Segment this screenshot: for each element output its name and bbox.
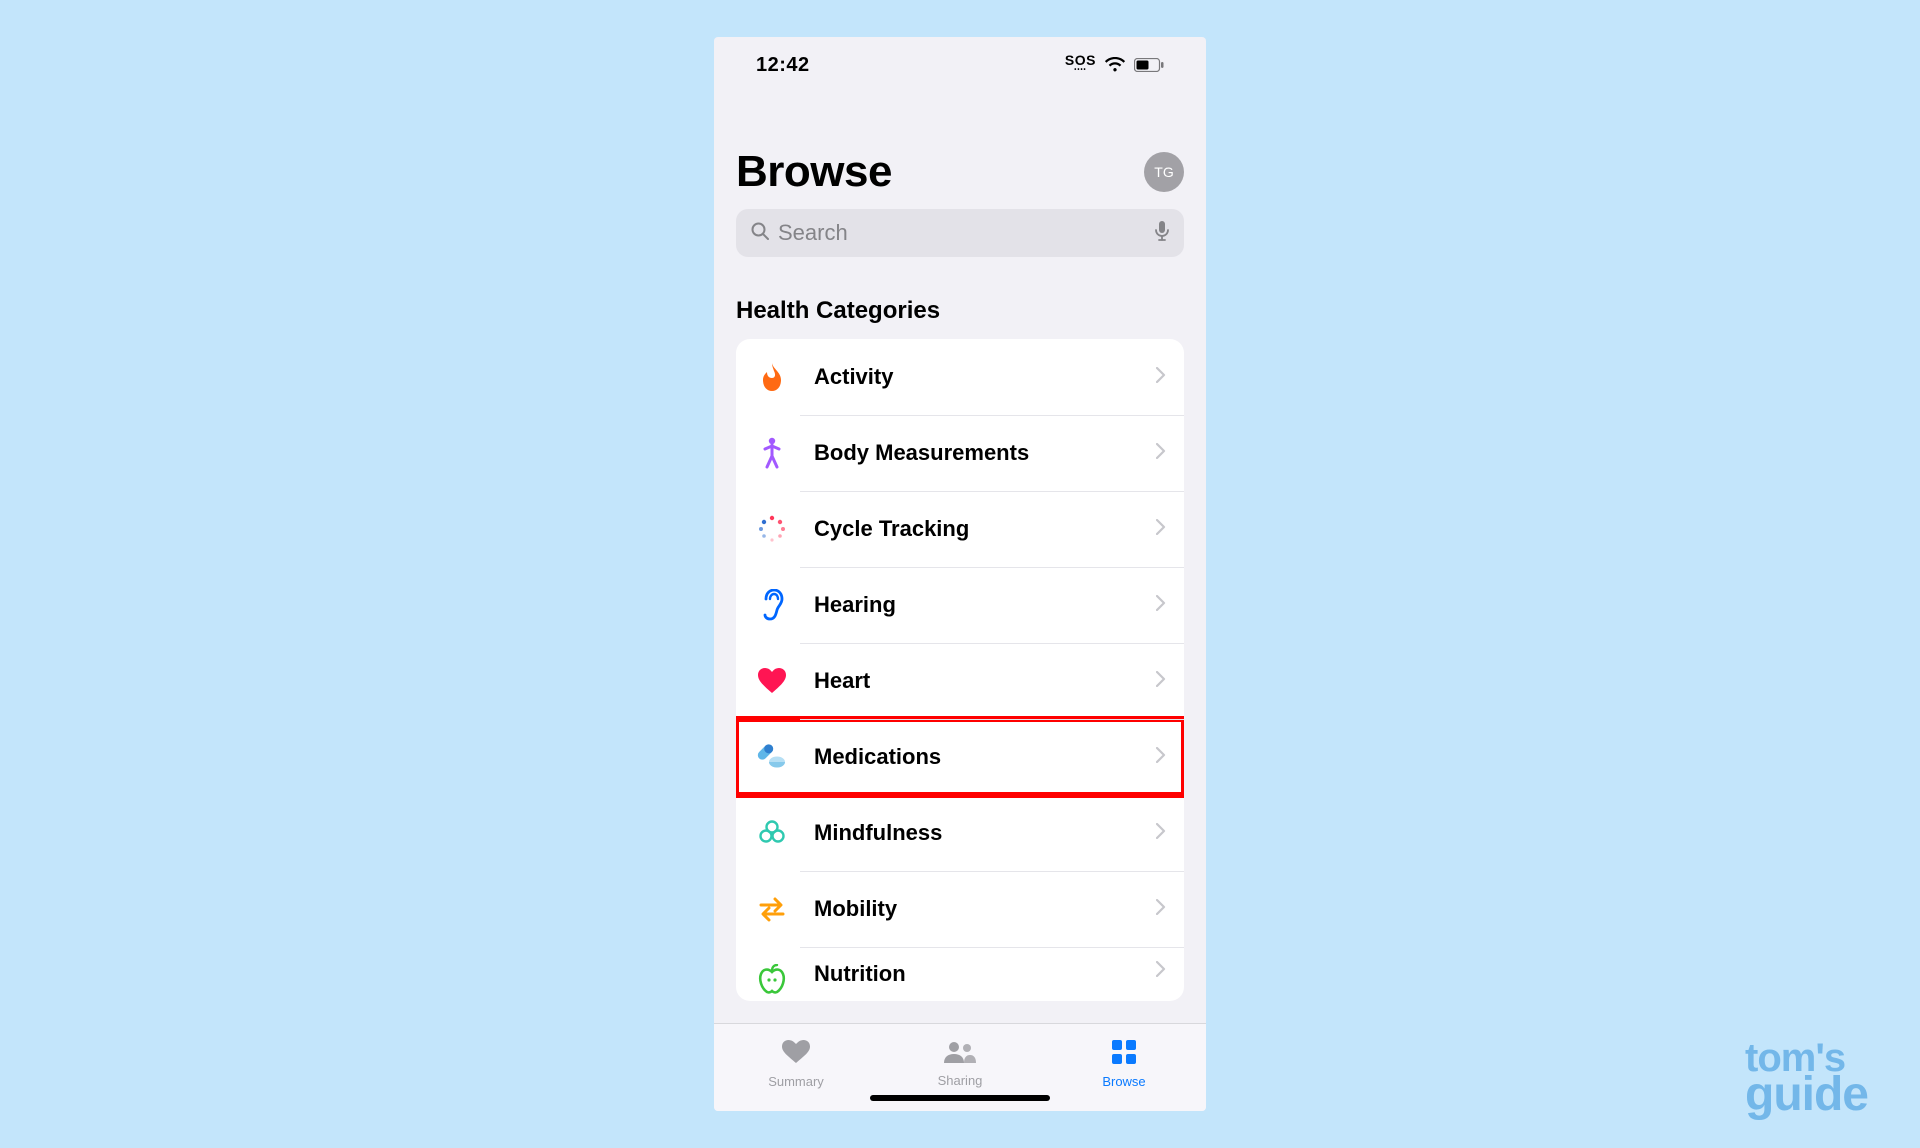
battery-icon [1134, 58, 1164, 72]
chevron-right-icon [1156, 823, 1166, 844]
microphone-icon[interactable] [1154, 220, 1170, 247]
category-cycle-tracking[interactable]: Cycle Tracking [736, 491, 1184, 567]
profile-avatar[interactable]: TG [1144, 152, 1184, 192]
page-title: Browse [736, 147, 892, 197]
category-label: Mindfulness [814, 820, 1156, 846]
page-header: Browse TG [714, 93, 1206, 197]
chevron-right-icon [1156, 595, 1166, 616]
category-body-measurements[interactable]: Body Measurements [736, 415, 1184, 491]
mindfulness-icon [754, 815, 790, 851]
search-icon [750, 221, 770, 246]
chevron-right-icon [1156, 961, 1166, 982]
category-nutrition[interactable]: Nutrition [736, 947, 1184, 1001]
chevron-right-icon [1156, 747, 1166, 768]
category-label: Nutrition [814, 961, 1156, 987]
mobility-icon [754, 891, 790, 927]
heart-icon [754, 663, 790, 699]
category-medications[interactable]: Medications [736, 719, 1184, 795]
tab-browse[interactable]: Browse [1042, 1024, 1206, 1111]
chevron-right-icon [1156, 899, 1166, 920]
chevron-right-icon [1156, 519, 1166, 540]
wifi-icon [1104, 57, 1126, 73]
body-icon [754, 435, 790, 471]
cycle-icon [754, 511, 790, 547]
search-field[interactable] [736, 209, 1184, 257]
heart-fill-icon [781, 1039, 811, 1070]
category-label: Heart [814, 668, 1156, 694]
chevron-right-icon [1156, 671, 1166, 692]
search-container [714, 197, 1206, 257]
status-indicators: SOS •••• [1065, 55, 1164, 75]
ear-icon [754, 587, 790, 623]
chevron-right-icon [1156, 367, 1166, 388]
pills-icon [754, 739, 790, 775]
category-label: Medications [814, 744, 1156, 770]
sos-indicator: SOS •••• [1065, 55, 1096, 75]
category-label: Cycle Tracking [814, 516, 1156, 542]
status-bar: 12:42 SOS •••• [714, 37, 1206, 93]
nutrition-icon [754, 961, 790, 997]
grid-icon [1111, 1039, 1137, 1070]
status-time: 12:42 [756, 54, 810, 77]
category-mobility[interactable]: Mobility [736, 871, 1184, 947]
category-mindfulness[interactable]: Mindfulness [736, 795, 1184, 871]
phone-screen: 12:42 SOS •••• Browse TG [714, 37, 1206, 1111]
health-categories-section: Health Categories Activity Body Measurem… [714, 257, 1206, 1001]
category-activity[interactable]: Activity [736, 339, 1184, 415]
people-icon [942, 1040, 978, 1069]
category-label: Mobility [814, 896, 1156, 922]
tab-label: Sharing [938, 1073, 983, 1088]
category-label: Hearing [814, 592, 1156, 618]
category-heart[interactable]: Heart [736, 643, 1184, 719]
tab-label: Browse [1102, 1074, 1145, 1089]
search-input[interactable] [778, 220, 1146, 246]
categories-list: Activity Body Measurements [736, 339, 1184, 1001]
category-label: Body Measurements [814, 440, 1156, 466]
watermark-logo: tom's guide [1745, 1041, 1868, 1116]
section-title: Health Categories [736, 297, 1184, 325]
home-indicator[interactable] [870, 1095, 1050, 1101]
flame-icon [754, 359, 790, 395]
category-hearing[interactable]: Hearing [736, 567, 1184, 643]
tab-label: Summary [768, 1074, 824, 1089]
tab-summary[interactable]: Summary [714, 1024, 878, 1111]
chevron-right-icon [1156, 443, 1166, 464]
category-label: Activity [814, 364, 1156, 390]
